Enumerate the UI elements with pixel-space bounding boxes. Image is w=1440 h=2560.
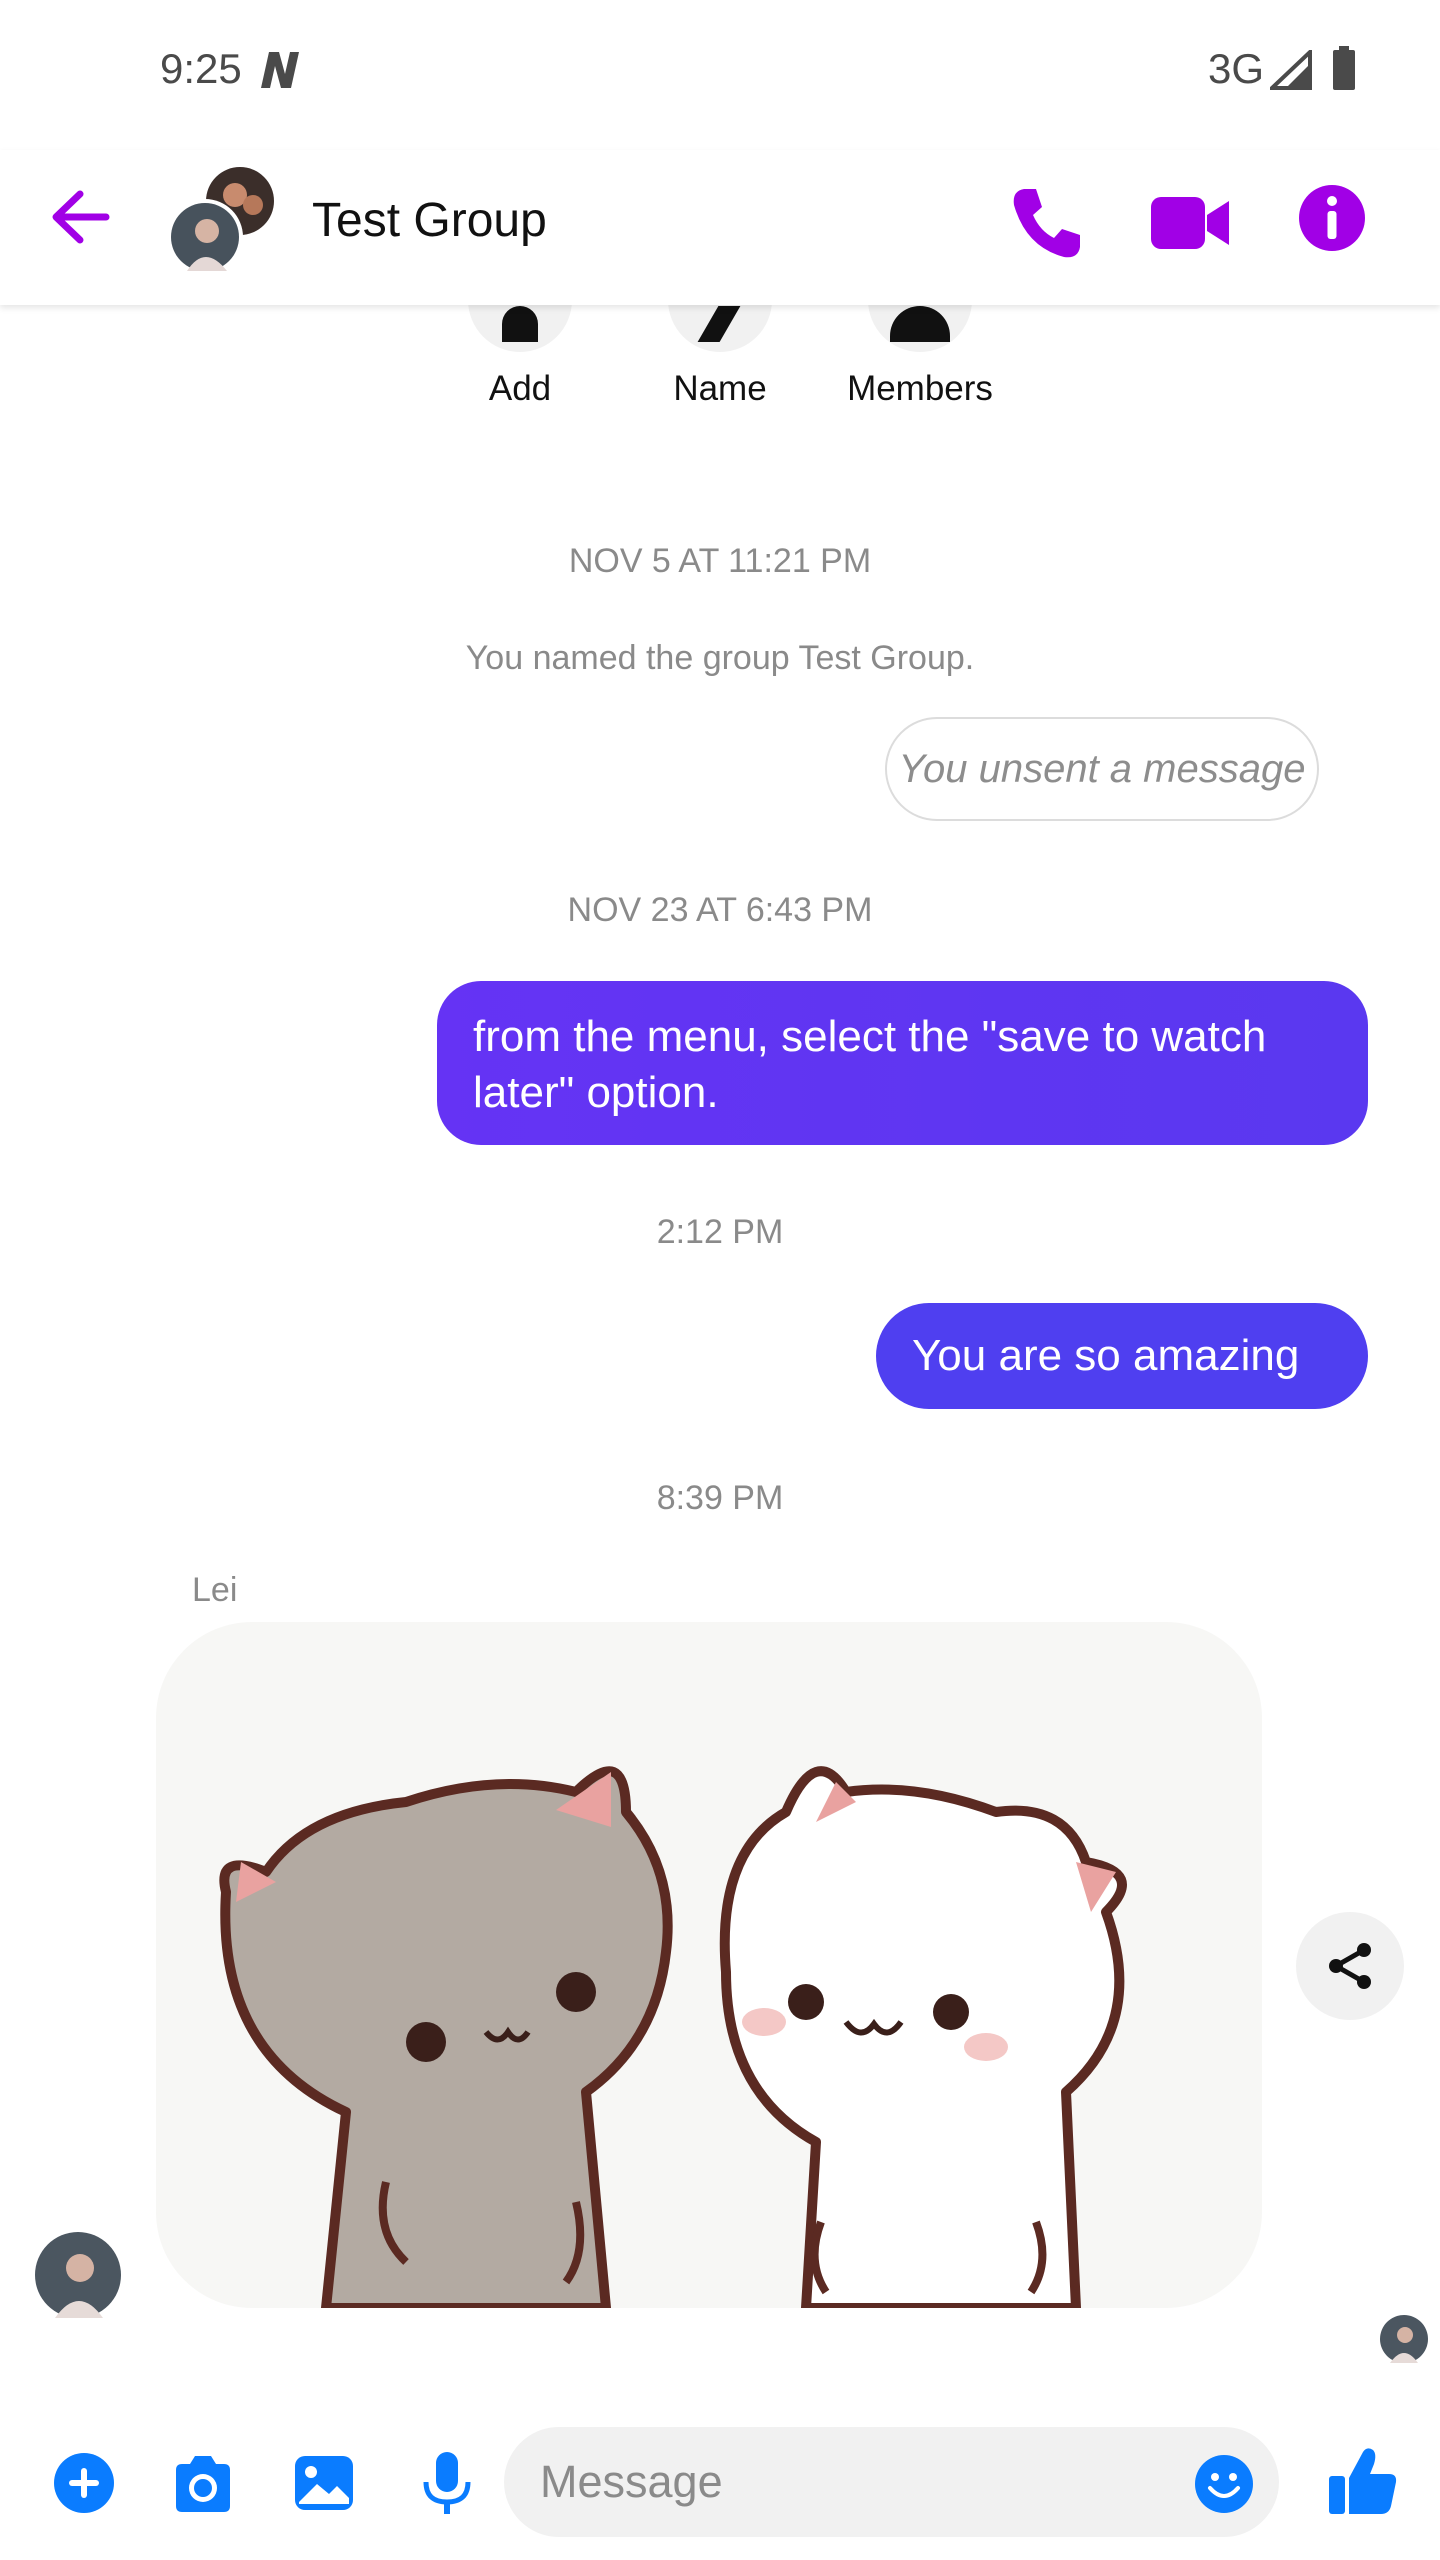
video-camera-icon[interactable]	[1147, 183, 1233, 263]
timestamp: 2:12 PM	[656, 1213, 784, 1251]
outgoing-message-bubble[interactable]: from the menu, select the "save to watch…	[437, 981, 1368, 1145]
info-icon[interactable]	[1297, 183, 1367, 253]
timestamp: 8:39 PM	[656, 1479, 784, 1517]
share-button[interactable]	[1296, 1912, 1404, 2020]
message-placeholder: Message	[540, 2456, 723, 2507]
outgoing-message-bubble[interactable]: You are so amazing	[876, 1303, 1368, 1409]
group-avatar[interactable]	[165, 165, 280, 275]
share-icon	[1329, 1943, 1371, 1989]
timestamp: NOV 5 AT 11:21 PM	[568, 542, 872, 580]
arrow-left-icon[interactable]	[46, 182, 116, 252]
group-title[interactable]: Test Group	[312, 192, 547, 250]
system-message: You named the group Test Group.	[465, 639, 975, 677]
status-time: 9:25	[160, 45, 242, 92]
sender-name: Lei	[192, 1571, 238, 1609]
camera-icon[interactable]	[170, 2448, 236, 2518]
phone-icon[interactable]	[1006, 183, 1086, 263]
shortcut-label: Members	[847, 369, 993, 408]
two-cats-sticker[interactable]	[156, 1622, 1262, 2308]
n-icon	[261, 52, 299, 88]
unsent-message-bubble[interactable]: You unsent a message	[885, 717, 1319, 821]
sender-avatar[interactable]	[35, 2232, 121, 2318]
battery-icon	[1333, 46, 1355, 90]
microphone-icon[interactable]	[414, 2448, 480, 2518]
emoji-icon[interactable]	[1194, 2454, 1254, 2514]
timestamp: NOV 23 AT 6:43 PM	[567, 891, 873, 929]
image-icon[interactable]	[291, 2448, 357, 2518]
shortcut-label: Add	[488, 369, 552, 408]
signal-icon	[1270, 50, 1312, 90]
shortcut-label: Name	[673, 369, 767, 408]
message-input[interactable]: Message	[504, 2427, 1279, 2537]
plus-icon[interactable]	[51, 2448, 117, 2518]
seen-avatar	[1380, 2315, 1428, 2363]
thumbs-up-icon[interactable]	[1327, 2444, 1399, 2518]
network-type: 3G	[1208, 45, 1265, 92]
